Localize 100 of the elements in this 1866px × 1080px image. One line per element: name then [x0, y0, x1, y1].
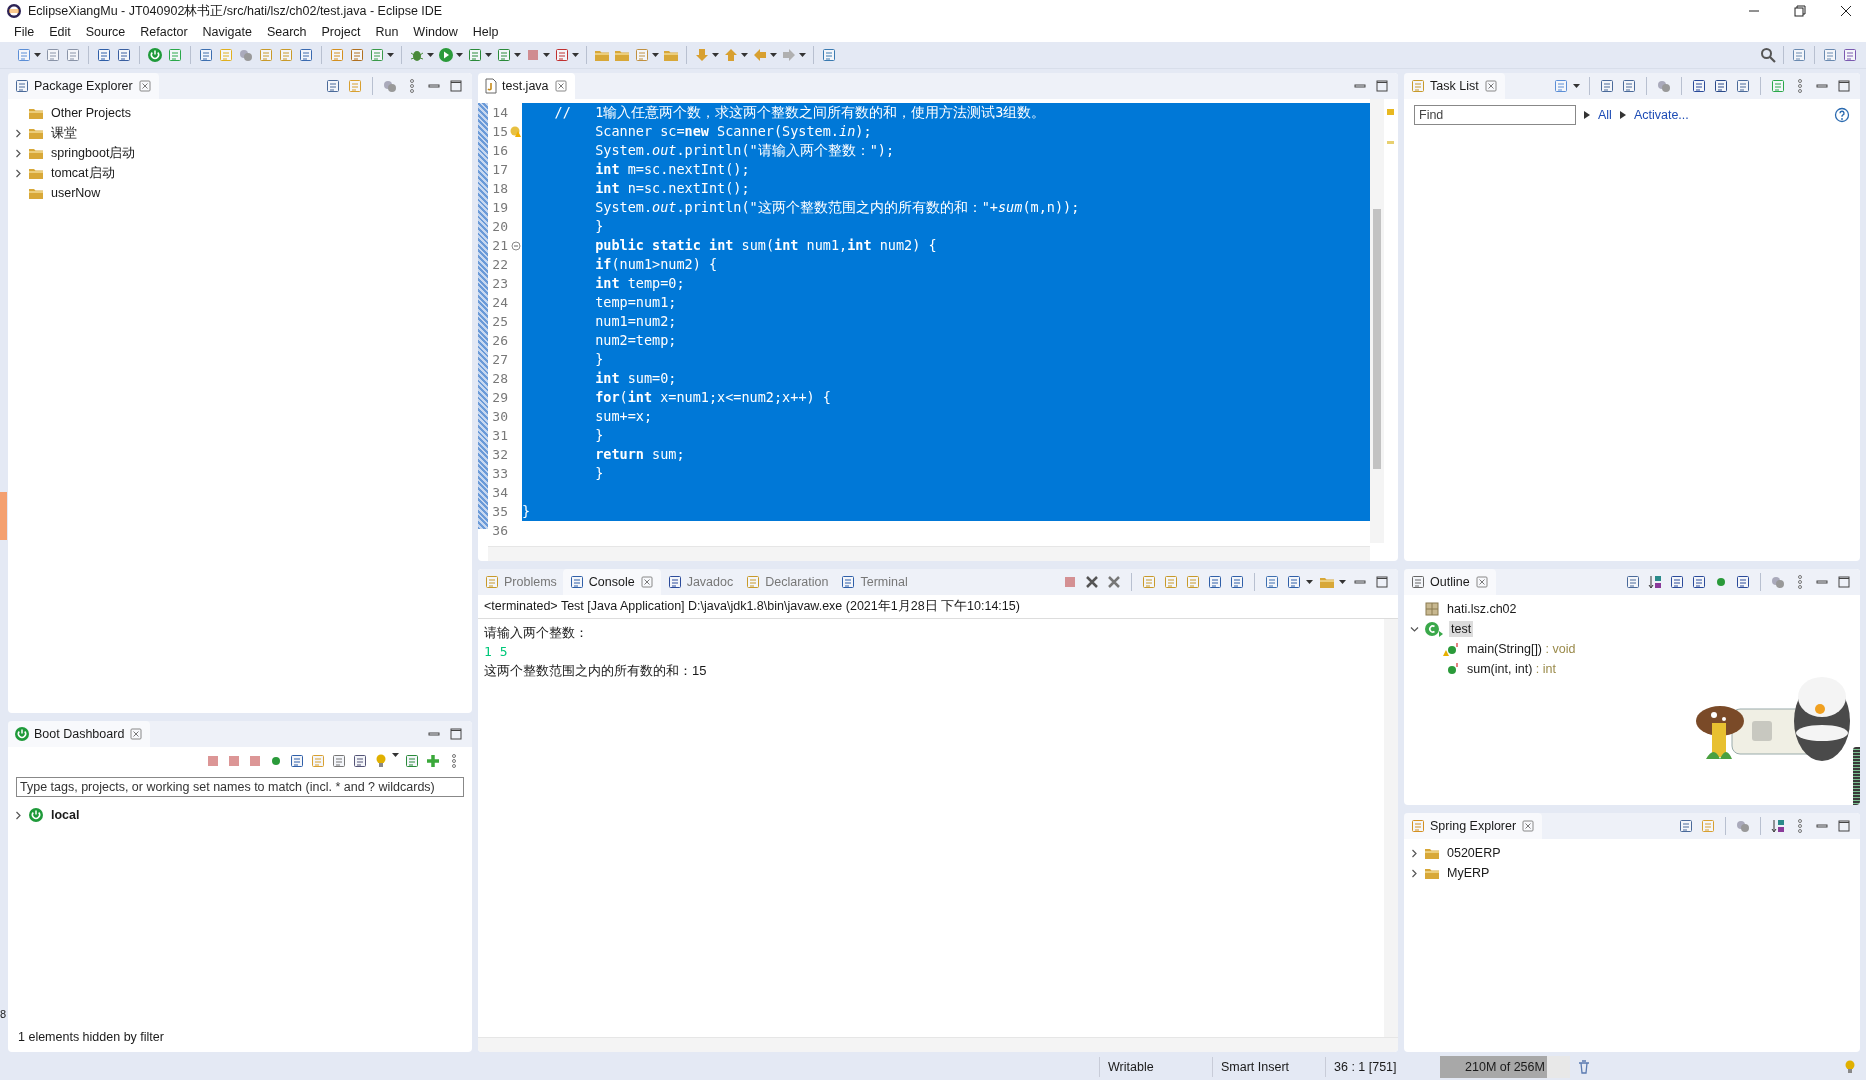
overview-marker[interactable] — [1387, 141, 1394, 144]
view-tab[interactable]: Declaration — [739, 569, 835, 595]
view-tab[interactable]: Boot Dashboard — [8, 721, 151, 747]
dropdown-caret-icon[interactable] — [427, 53, 434, 57]
server-item[interactable]: local — [49, 807, 82, 823]
stop-icon[interactable] — [226, 753, 242, 769]
dropdown-caret-icon[interactable] — [712, 53, 719, 57]
maximize-icon[interactable] — [448, 78, 464, 94]
outline-item[interactable]: hati.lsz.ch02 — [1445, 601, 1519, 617]
menu-item[interactable]: Help — [472, 25, 499, 39]
dropdown-caret-icon[interactable] — [514, 53, 521, 57]
tree-item[interactable]: 课堂 — [49, 123, 79, 143]
document-icon[interactable] — [1185, 574, 1201, 590]
maximize-icon[interactable] — [1836, 818, 1852, 834]
document-icon[interactable] — [1163, 574, 1179, 590]
dropdown-caret-icon[interactable] — [543, 53, 550, 57]
menu-item[interactable]: Source — [85, 25, 126, 39]
restore-icon[interactable] — [1794, 5, 1806, 17]
overview-marker[interactable] — [1387, 109, 1394, 115]
menu-item[interactable]: Project — [321, 25, 361, 39]
editor-tab[interactable]: test.java — [478, 73, 575, 99]
find-field[interactable]: Find — [1414, 105, 1576, 125]
view-tab[interactable]: Spring Explorer — [1404, 813, 1543, 839]
menu-item[interactable]: Run — [375, 25, 399, 39]
fold-icon[interactable] — [511, 240, 521, 251]
gears-icon[interactable] — [238, 47, 254, 63]
document-icon[interactable] — [745, 574, 762, 590]
maximize-icon[interactable] — [1374, 574, 1390, 590]
view-tab[interactable]: Package Explorer — [8, 73, 159, 99]
document-icon[interactable] — [278, 47, 294, 63]
maximize-icon[interactable] — [1374, 78, 1390, 94]
maximize-icon[interactable] — [1836, 78, 1852, 94]
remove-all-icon[interactable] — [1106, 574, 1122, 590]
gears-icon[interactable] — [1735, 818, 1751, 834]
menu-item[interactable]: Search — [266, 25, 307, 39]
stop-icon[interactable] — [1062, 574, 1078, 590]
run-icon[interactable] — [438, 47, 454, 63]
dropdown-caret-icon[interactable] — [799, 53, 806, 57]
dropdown-caret-icon[interactable] — [741, 53, 748, 57]
tree-item[interactable]: MyERP — [1445, 865, 1492, 881]
view-tab[interactable]: Outline — [1404, 569, 1496, 595]
tree-item[interactable]: userNow — [49, 185, 103, 201]
dropdown-caret-icon[interactable] — [34, 53, 41, 57]
tree-item[interactable]: Other Projects — [49, 105, 133, 121]
stop-icon[interactable] — [205, 753, 221, 769]
dropdown-caret-icon[interactable] — [1306, 580, 1313, 584]
gears-icon[interactable] — [1770, 574, 1786, 590]
sort-icon[interactable] — [1647, 574, 1663, 590]
horizontal-scrollbar[interactable] — [478, 1037, 1398, 1052]
close-icon[interactable] — [1840, 5, 1852, 17]
maximize-icon[interactable] — [1836, 574, 1852, 590]
dropdown-caret-icon[interactable] — [387, 53, 394, 57]
maximize-icon[interactable] — [448, 726, 464, 742]
power-icon[interactable] — [14, 726, 30, 742]
outline-item[interactable]: sum(int, int) : int — [1465, 661, 1558, 677]
tree-item[interactable]: tomcat启动 — [49, 163, 117, 183]
document-icon[interactable] — [484, 574, 500, 590]
menu-item[interactable]: Refactor — [140, 25, 188, 39]
gears-icon[interactable] — [1656, 78, 1672, 94]
dropdown-caret-icon[interactable] — [770, 53, 777, 57]
document-icon[interactable] — [1410, 78, 1426, 94]
menu-item[interactable]: Window — [413, 25, 458, 39]
filter-field[interactable]: Type tags, projects, or working set names to match (incl. * and ? wildcards) — [16, 777, 464, 797]
outline-item[interactable]: main(String[]) : void — [1465, 641, 1578, 657]
vertical-scrollbar[interactable] — [1370, 99, 1384, 543]
view-tab[interactable]: Javadoc — [660, 569, 740, 595]
trash-icon[interactable] — [1576, 1059, 1592, 1075]
gears-icon[interactable] — [382, 78, 398, 94]
dropdown-caret-icon[interactable] — [1573, 84, 1580, 88]
horizontal-scrollbar[interactable] — [488, 546, 1370, 561]
dropdown-caret-icon[interactable] — [456, 53, 463, 57]
stop-icon[interactable] — [247, 753, 263, 769]
collapsed-chevron-icon[interactable] — [14, 810, 23, 820]
document-icon[interactable] — [258, 47, 274, 63]
expanded-chevron-icon[interactable] — [1410, 624, 1419, 634]
vertical-scrollbar[interactable] — [1384, 619, 1398, 1037]
power-icon[interactable] — [147, 47, 163, 63]
view-tab[interactable]: Problems — [478, 569, 563, 595]
memory-bar[interactable]: 210M of 256M — [1440, 1056, 1570, 1078]
sort-icon[interactable] — [1770, 818, 1786, 834]
remove-icon[interactable] — [1084, 574, 1100, 590]
dropdown-caret-icon[interactable] — [572, 53, 579, 57]
help-icon[interactable] — [1834, 107, 1850, 123]
dropdown-caret-icon[interactable] — [1339, 580, 1346, 584]
document-icon[interactable] — [1141, 574, 1157, 590]
dropdown-caret-icon[interactable] — [392, 753, 399, 757]
view-tab[interactable]: Terminal — [834, 569, 914, 595]
link[interactable]: Activate... — [1633, 108, 1689, 122]
power-icon[interactable] — [28, 807, 44, 823]
tree-item[interactable]: springboot启动 — [49, 143, 138, 163]
menu-item[interactable]: Navigate — [202, 25, 252, 39]
dropdown-caret-icon[interactable] — [652, 53, 659, 57]
dropdown-caret-icon[interactable] — [485, 53, 492, 57]
add-icon[interactable] — [425, 753, 441, 769]
view-tab[interactable]: Console — [562, 569, 661, 595]
view-tab[interactable]: Task List — [1404, 73, 1505, 99]
search-icon[interactable] — [1760, 47, 1776, 63]
tree-item[interactable]: 0520ERP — [1445, 845, 1503, 861]
link[interactable]: All — [1598, 108, 1612, 122]
menu-item[interactable]: Edit — [49, 25, 71, 39]
